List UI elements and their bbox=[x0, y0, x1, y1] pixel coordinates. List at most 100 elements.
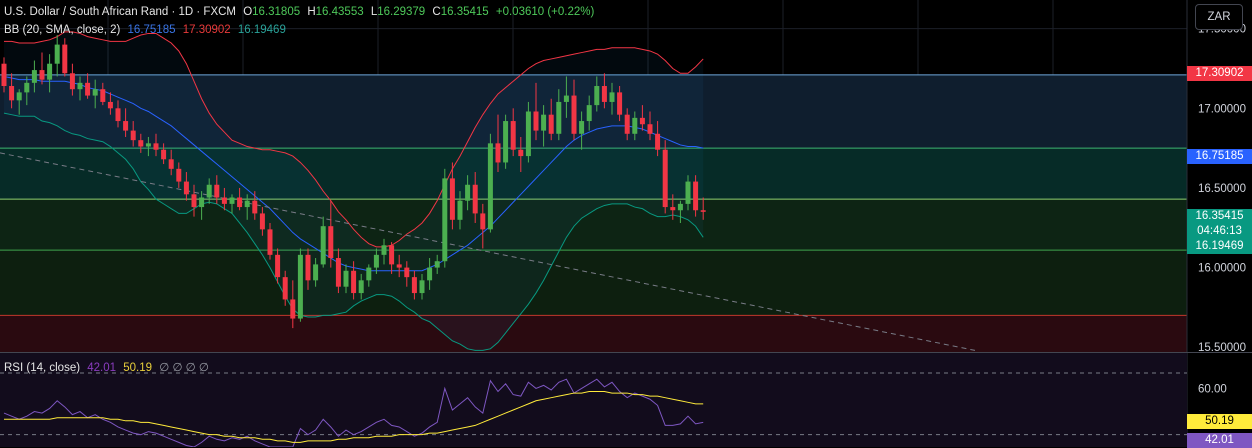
close-label: C bbox=[432, 6, 441, 18]
candle-body bbox=[617, 92, 623, 115]
rsi-ma-price-tag: 50.19 bbox=[1187, 414, 1252, 429]
bb-legend[interactable]: BB (20, SMA, close, 2) 16.75185 17.30902… bbox=[4, 23, 290, 37]
candle-body bbox=[373, 254, 379, 268]
candle-body bbox=[343, 270, 349, 287]
close-value: 16.35415 bbox=[440, 6, 489, 18]
chart-canvas[interactable]: 17.5000017.0000016.5000016.0000015.50000… bbox=[0, 0, 1252, 447]
candle-body bbox=[237, 197, 243, 208]
candle-body bbox=[449, 178, 455, 220]
candle-body bbox=[601, 86, 607, 102]
candle-body bbox=[259, 213, 265, 230]
candle-body bbox=[389, 245, 395, 265]
bar-countdown: 04:46:13 bbox=[1197, 225, 1242, 237]
last-price-value: 16.35415 bbox=[1195, 210, 1244, 222]
candle-body bbox=[305, 254, 311, 281]
last-price-tag: 16.35415 04:46:13 bbox=[1187, 209, 1252, 239]
symbol-header: U.S. Dollar / South African Rand · 1D · … bbox=[4, 5, 598, 19]
candle-body bbox=[510, 121, 516, 150]
high-value: 16.43553 bbox=[315, 6, 364, 18]
candle-body bbox=[54, 44, 60, 64]
candle-body bbox=[563, 95, 569, 102]
candle-body bbox=[100, 89, 106, 102]
candle-body bbox=[465, 184, 471, 201]
candle-body bbox=[16, 92, 22, 101]
candle-body bbox=[77, 82, 83, 90]
rsi-value: 42.01 bbox=[87, 362, 117, 374]
high-label: H bbox=[307, 6, 316, 18]
candle-body bbox=[586, 105, 592, 122]
candle-body bbox=[130, 130, 136, 141]
candle-body bbox=[176, 168, 182, 182]
currency-button[interactable]: ZAR bbox=[1195, 4, 1243, 30]
candle-body bbox=[168, 159, 174, 169]
candle-body bbox=[138, 140, 144, 147]
candle-body bbox=[632, 117, 638, 134]
bb-upper-value: 17.30902 bbox=[182, 24, 231, 36]
candle-body bbox=[221, 197, 227, 204]
candle-body bbox=[320, 226, 326, 265]
candle bbox=[442, 168, 448, 268]
candle-body bbox=[655, 133, 661, 150]
candle bbox=[662, 140, 668, 214]
candle-body bbox=[457, 200, 463, 220]
candle-body bbox=[366, 267, 372, 281]
candle-body bbox=[404, 267, 410, 278]
candle-body bbox=[290, 299, 296, 319]
low-value: 16.29379 bbox=[377, 6, 426, 18]
candle-body bbox=[297, 254, 303, 319]
candle-body bbox=[541, 114, 547, 131]
candle-body bbox=[533, 111, 539, 131]
symbol-name[interactable]: U.S. Dollar / South African Rand · 1D · … bbox=[4, 6, 236, 18]
candle-body bbox=[47, 63, 53, 80]
candle-body bbox=[411, 277, 417, 294]
candle-body bbox=[31, 70, 37, 83]
rsi-label[interactable]: RSI (14, close) bbox=[4, 362, 80, 374]
candle-body bbox=[396, 264, 402, 268]
candle-body bbox=[85, 82, 91, 96]
bb-lower-price-tag: 16.19469 bbox=[1187, 239, 1252, 254]
candle-body bbox=[92, 89, 98, 96]
candle-body bbox=[123, 121, 129, 131]
candle-body bbox=[472, 184, 478, 214]
candle bbox=[487, 133, 493, 233]
rsi-tick-label: 60.00 bbox=[1198, 383, 1227, 395]
candle-body bbox=[571, 95, 577, 134]
candle-body bbox=[252, 200, 258, 214]
candle-body bbox=[662, 149, 668, 208]
level-zone bbox=[0, 250, 1187, 316]
candle-body bbox=[69, 73, 75, 90]
candle-body bbox=[335, 258, 341, 287]
candle-body bbox=[677, 203, 683, 211]
candle-body bbox=[381, 245, 387, 255]
candle-body bbox=[685, 181, 691, 204]
bb-upper-price-tag: 17.30902 bbox=[1187, 66, 1252, 81]
bb-basis-price-tag: 16.75185 bbox=[1187, 149, 1252, 164]
candle bbox=[297, 248, 303, 322]
candle-body bbox=[275, 254, 281, 278]
candle-body bbox=[39, 70, 45, 80]
candle-body bbox=[9, 86, 15, 101]
candle-body bbox=[518, 149, 524, 157]
candle-body bbox=[214, 184, 220, 198]
candle-body bbox=[1, 63, 7, 87]
rsi-legend[interactable]: RSI (14, close) 42.01 50.19 ∅ ∅ ∅ ∅ bbox=[4, 361, 213, 375]
bb-label[interactable]: BB (20, SMA, close, 2) bbox=[4, 24, 120, 36]
candle-body bbox=[107, 101, 113, 109]
price-tick-label: 16.00000 bbox=[1198, 263, 1246, 275]
candle-body bbox=[161, 149, 167, 160]
candle-body bbox=[525, 111, 531, 157]
candle-body bbox=[556, 101, 562, 134]
bb-lower-value: 16.19469 bbox=[237, 24, 286, 36]
price-tick-label: 16.50000 bbox=[1198, 183, 1246, 195]
candle-body bbox=[199, 197, 205, 208]
candle-body bbox=[419, 280, 425, 294]
candle-body bbox=[145, 143, 151, 147]
open-label: O bbox=[243, 6, 253, 18]
candle-body bbox=[206, 184, 212, 198]
candle-body bbox=[191, 194, 197, 208]
candle-body bbox=[434, 261, 440, 268]
candle-body bbox=[624, 114, 630, 134]
candle-body bbox=[358, 280, 364, 294]
candle-body bbox=[480, 213, 486, 230]
open-value: 16.31805 bbox=[252, 6, 301, 18]
